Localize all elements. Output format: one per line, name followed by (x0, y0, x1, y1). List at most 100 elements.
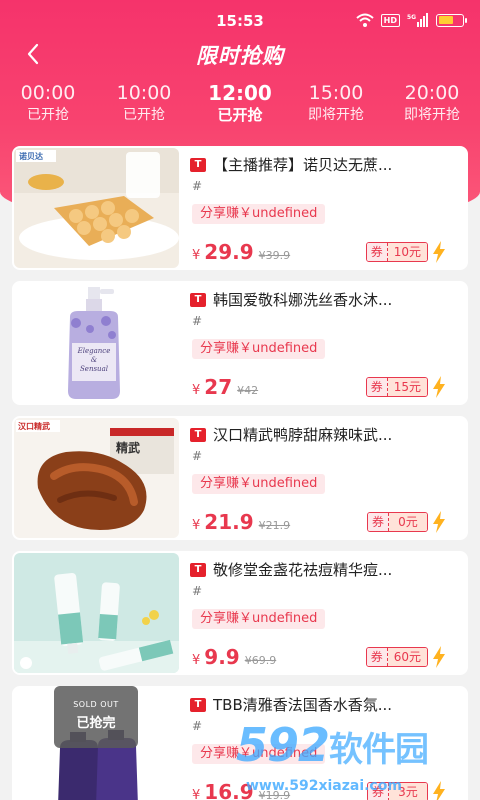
product-list: 诺贝达 T 【主播推荐】诺贝达无蔗... # 分享赚￥undefined ¥ 2… (12, 146, 468, 800)
currency-symbol: ¥ (192, 248, 201, 263)
original-price-value: 21.9 (265, 519, 291, 532)
product-card[interactable]: 诺贝达 T 【主播推荐】诺贝达无蔗... # 分享赚￥undefined ¥ 2… (12, 146, 468, 270)
tab-status: 已开抢 (217, 106, 263, 124)
watermark-logo: 592软件园 (236, 718, 476, 777)
tmall-icon-letter: T (194, 698, 202, 710)
share-earn-badge[interactable]: 分享赚￥undefined (192, 474, 326, 494)
tab-time: 00:00 (20, 82, 76, 104)
tab-status: 即将开抢 (404, 107, 460, 123)
tmall-icon-letter: T (194, 293, 202, 305)
original-price: ¥39.9 (259, 249, 291, 262)
tab-time: 10:00 (116, 82, 172, 104)
status-icons: HD 5G (355, 13, 467, 27)
share-earn-badge[interactable]: 分享赚￥undefined (192, 609, 326, 629)
tmall-icon: T (190, 697, 206, 712)
original-price: ¥21.9 (259, 519, 291, 532)
coupon-value: 60元 (387, 648, 427, 666)
product-card[interactable]: Elegance & Sensual T 韩国爱敬科娜洗丝香水沐... # 分享… (12, 281, 468, 405)
product-image (14, 553, 179, 673)
coupon-value: 0元 (389, 513, 427, 531)
title-row: T 敬修堂金盏花祛痘精华痘... (190, 559, 458, 580)
image-brand-text: 诺贝达 (19, 151, 43, 161)
product-title: 韩国爱敬科娜洗丝香水沐... (213, 291, 393, 309)
title-row: T TBB清雅香法国香水香氛... (190, 694, 458, 715)
lightning-icon (433, 376, 445, 398)
image-text-line-1: Elegance (77, 347, 111, 355)
coupon-label: 券 (367, 513, 389, 531)
tmall-icon-letter: T (194, 428, 202, 440)
coupon-badge[interactable]: 券 60元 (365, 647, 428, 667)
coupon-badge[interactable]: 券 10元 (365, 242, 428, 262)
price-row: ¥ 27 ¥42 (192, 375, 258, 399)
tab-time: 15:00 (308, 82, 364, 104)
sold-out-en: SOLD OUT (73, 700, 119, 709)
product-title: 【主播推荐】诺贝达无蔗... (213, 156, 393, 174)
original-price-currency: ¥ (244, 654, 252, 667)
lightning-icon (433, 241, 445, 263)
currency-symbol: ¥ (192, 518, 201, 533)
coupon-value: 10元 (387, 243, 427, 261)
original-price-currency: ¥ (258, 249, 266, 262)
hd-badge: HD (380, 13, 400, 27)
original-price-value: 39.9 (265, 249, 291, 262)
original-price-value: 69.9 (251, 654, 277, 667)
tmall-icon: T (190, 157, 206, 172)
tab-12-00[interactable]: 12:00 已开抢 (192, 82, 288, 126)
product-info: T 【主播推荐】诺贝达无蔗... # 分享赚￥undefined ¥ 29.9 … (190, 146, 458, 270)
image-text-line-3: Sensual (80, 365, 108, 373)
product-hash: # (192, 584, 203, 598)
watermark-url: www.592xiazai.com (246, 778, 402, 794)
product-card[interactable]: 精武 汉口精武 T 汉口精武鸭脖甜麻辣味武... # 分享赚￥undefined… (12, 416, 468, 540)
product-info: T 敬修堂金盏花祛痘精华痘... # 分享赚￥undefined ¥ 9.9 ¥… (190, 551, 458, 675)
image-text-line-2: & (91, 356, 97, 364)
coupon-value: 15元 (387, 378, 427, 396)
lightning-icon (433, 511, 445, 533)
tab-time: 12:00 (208, 81, 272, 105)
product-image: 诺贝达 (14, 148, 179, 268)
coupon-label: 券 (366, 243, 388, 261)
tmall-icon-letter: T (194, 158, 202, 170)
watermark-digits: 592 (236, 718, 330, 772)
battery-icon (436, 13, 467, 27)
product-card[interactable]: T 敬修堂金盏花祛痘精华痘... # 分享赚￥undefined ¥ 9.9 ¥… (12, 551, 468, 675)
share-earn-badge[interactable]: 分享赚￥undefined (192, 339, 326, 359)
tab-time: 20:00 (404, 82, 460, 104)
tmall-icon: T (190, 427, 206, 442)
tab-status: 即将开抢 (308, 107, 364, 123)
site-watermark: 592软件园 www.592xiazai.com (236, 718, 476, 798)
currency-symbol: ¥ (192, 383, 201, 398)
original-price: ¥42 (237, 384, 258, 397)
signal-icon: 5G (407, 13, 428, 27)
network-label: 5G (407, 14, 416, 21)
tmall-icon: T (190, 562, 206, 577)
product-info: T 汉口精武鸭脖甜麻辣味武... # 分享赚￥undefined ¥ 21.9 … (190, 416, 458, 540)
price-row: ¥ 9.9 ¥69.9 (192, 645, 276, 669)
tab-00-00[interactable]: 00:00 已开抢 (0, 82, 96, 126)
title-row: T 韩国爱敬科娜洗丝香水沐... (190, 289, 458, 310)
share-earn-badge[interactable]: 分享赚￥undefined (192, 204, 326, 224)
original-price-currency: ¥ (258, 519, 266, 532)
original-price-value: 42 (244, 384, 259, 397)
currency-symbol: ¥ (192, 653, 201, 668)
current-price: 9.9 (204, 645, 240, 669)
nav-bar: 限时抢购 (0, 36, 480, 72)
tab-20-00[interactable]: 20:00 即将开抢 (384, 82, 480, 126)
price-row: ¥ 21.9 ¥21.9 (192, 510, 290, 534)
product-title: 汉口精武鸭脖甜麻辣味武... (213, 426, 393, 444)
watermark-name: 软件园 (329, 730, 429, 770)
coupon-badge[interactable]: 券 15元 (365, 377, 428, 397)
coupon-badge[interactable]: 券 0元 (366, 512, 428, 532)
product-title: TBB清雅香法国香水香氛... (213, 696, 393, 714)
tmall-icon: T (190, 292, 206, 307)
product-image: Elegance & Sensual (14, 283, 179, 403)
original-price: ¥69.9 (245, 654, 277, 667)
coupon-label: 券 (366, 378, 388, 396)
image-brand-text: 汉口精武 (18, 421, 50, 431)
current-price: 27 (204, 375, 233, 399)
currency-symbol: ¥ (192, 788, 201, 800)
tab-10-00[interactable]: 10:00 已开抢 (96, 82, 192, 126)
lightning-icon (433, 646, 445, 668)
tab-15-00[interactable]: 15:00 即将开抢 (288, 82, 384, 126)
product-hash: # (192, 719, 203, 733)
sold-out-overlay: SOLD OUT 已抢完 (54, 686, 138, 748)
